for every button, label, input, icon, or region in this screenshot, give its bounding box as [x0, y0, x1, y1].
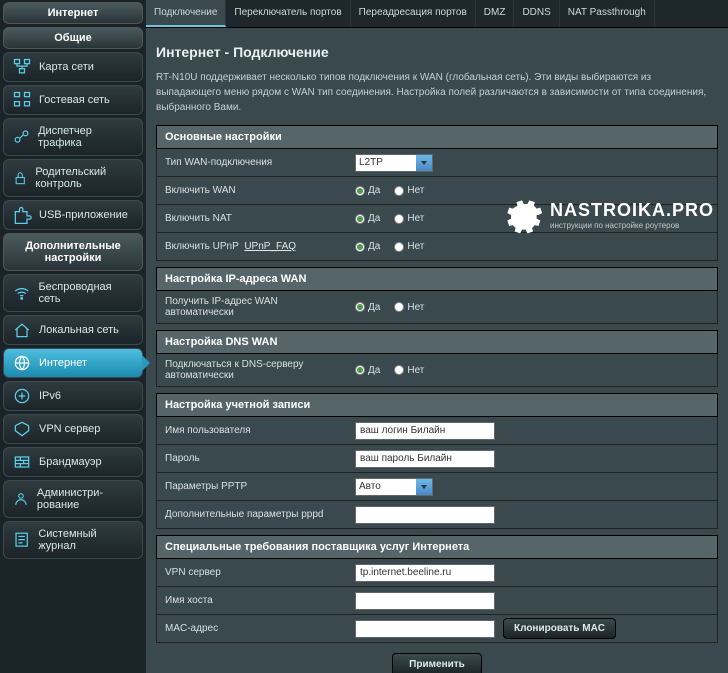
ipv6-icon: [12, 388, 32, 404]
sidebar-item-label: Локальная сеть: [39, 324, 119, 336]
chevron-down-icon: [416, 479, 432, 495]
sidebar-item-lock[interactable]: Родительский контроль: [3, 159, 143, 197]
hostname-input[interactable]: [355, 592, 495, 610]
sidebar-item-puzzle[interactable]: USB-приложение: [3, 200, 143, 230]
settings-panel: Интернет - Подключение RT-N10U поддержив…: [146, 28, 728, 673]
firewall-icon: [12, 454, 32, 470]
sidebar-header-internet: Интернет: [3, 2, 143, 24]
enable-nat-radio[interactable]: ДаНет: [355, 213, 424, 224]
password-label: Пароль: [157, 448, 349, 469]
sidebar-item-network-map[interactable]: Карта сети: [3, 52, 143, 82]
section-account-header: Настройка учетной записи: [156, 393, 718, 417]
wan-type-select[interactable]: L2TP: [355, 154, 433, 172]
puzzle-icon: [12, 207, 32, 223]
sidebar-item-label: Брандмауэр: [39, 456, 102, 468]
sidebar-item-traffic[interactable]: Диспетчер трафика: [3, 118, 143, 156]
tabs-bar: ПодключениеПереключатель портовПереадрес…: [146, 0, 728, 28]
sidebar-item-label: Родительский контроль: [35, 166, 134, 190]
sidebar-item-home[interactable]: Локальная сеть: [3, 315, 143, 345]
sidebar-item-guest[interactable]: Гостевая сеть: [3, 85, 143, 115]
content-area: ПодключениеПереключатель портовПереадрес…: [146, 0, 728, 673]
wifi-icon: [12, 285, 31, 301]
vpn-icon: [12, 421, 32, 437]
traffic-icon: [12, 129, 31, 145]
admin-icon: [12, 491, 30, 507]
section-dns-header: Настройка DNS WAN: [156, 330, 718, 354]
page-description: RT-N10U поддерживает несколько типов под…: [156, 70, 718, 115]
sidebar-item-log[interactable]: Системный журнал: [3, 521, 143, 559]
enable-upnp-radio[interactable]: ДаНет: [355, 241, 424, 252]
section-isp-header: Специальные требования поставщика услуг …: [156, 535, 718, 559]
log-icon: [12, 532, 31, 548]
page-title: Интернет - Подключение: [156, 44, 718, 60]
tab-0[interactable]: Подключение: [146, 0, 226, 27]
sidebar-header-general: Общие: [3, 27, 143, 49]
tab-2[interactable]: Переадресация портов: [351, 0, 476, 27]
sidebar-item-label: Диспетчер трафика: [38, 125, 134, 149]
sidebar-item-admin[interactable]: Администри-рование: [3, 480, 143, 518]
wan-type-label: Тип WAN-подключения: [157, 152, 349, 173]
pptp-label: Параметры PPTP: [157, 476, 349, 497]
wanip-auto-radio[interactable]: ДаНет: [355, 302, 424, 313]
sidebar-item-label: Гостевая сеть: [39, 94, 110, 106]
enable-wan-label: Включить WAN: [157, 180, 349, 201]
vpn-server-label: VPN сервер: [157, 562, 349, 583]
sidebar-item-label: IPv6: [39, 390, 61, 402]
sidebar-item-label: USB-приложение: [39, 209, 128, 221]
enable-upnp-label: Включить UPnP UPnP_FAQ: [157, 236, 349, 257]
tab-4[interactable]: DDNS: [514, 0, 559, 27]
wanip-auto-label: Получить IP-адрес WAN автоматически: [157, 291, 349, 323]
globe-icon: [12, 355, 32, 371]
dns-auto-label: Подключаться к DNS-серверу автоматически: [157, 354, 349, 386]
sidebar-item-label: VPN сервер: [39, 423, 100, 435]
sidebar-item-ipv6[interactable]: IPv6: [3, 381, 143, 411]
password-input[interactable]: [355, 450, 495, 468]
mac-input[interactable]: [355, 620, 495, 638]
network-map-icon: [12, 59, 32, 75]
sidebar-header-advanced: Дополнительные настройки: [3, 233, 143, 271]
clone-mac-button[interactable]: Клонировать MAC: [503, 618, 616, 639]
sidebar: Интернет Общие Карта сети Гостевая сеть Ди…: [0, 0, 146, 673]
sidebar-item-label: Интернет: [39, 357, 87, 369]
guest-icon: [12, 92, 32, 108]
pppd-extra-label: Дополнительные параметры pppd: [157, 504, 349, 525]
sidebar-item-vpn[interactable]: VPN сервер: [3, 414, 143, 444]
apply-button[interactable]: Применить: [392, 653, 482, 673]
section-wanip-header: Настройка IP-адреса WAN: [156, 267, 718, 291]
hostname-label: Имя хоста: [157, 590, 349, 611]
sidebar-item-label: Беспроводная сеть: [38, 281, 134, 305]
pppd-extra-input[interactable]: [355, 506, 495, 524]
chevron-down-icon: [416, 155, 432, 171]
vpn-server-input[interactable]: [355, 564, 495, 582]
home-icon: [12, 322, 32, 338]
tab-5[interactable]: NAT Passthrough: [560, 0, 655, 27]
tab-1[interactable]: Переключатель портов: [226, 0, 350, 27]
pptp-select[interactable]: Авто: [355, 478, 433, 496]
upnp-faq-link[interactable]: UPnP_FAQ: [244, 241, 296, 252]
enable-wan-radio[interactable]: ДаНет: [355, 185, 424, 196]
username-input[interactable]: [355, 422, 495, 440]
section-basic-header: Основные настройки: [156, 125, 718, 149]
enable-nat-label: Включить NAT: [157, 208, 349, 229]
sidebar-item-label: Системный журнал: [38, 528, 134, 552]
sidebar-item-label: Администри-рование: [37, 487, 134, 511]
mac-label: MAC-адрес: [157, 618, 349, 639]
sidebar-item-wifi[interactable]: Беспроводная сеть: [3, 274, 143, 312]
sidebar-item-firewall[interactable]: Брандмауэр: [3, 447, 143, 477]
sidebar-item-globe[interactable]: Интернет: [3, 348, 143, 378]
username-label: Имя пользователя: [157, 420, 349, 441]
dns-auto-radio[interactable]: ДаНет: [355, 365, 424, 376]
lock-icon: [12, 170, 28, 186]
sidebar-item-label: Карта сети: [39, 61, 94, 73]
tab-3[interactable]: DMZ: [476, 0, 515, 27]
